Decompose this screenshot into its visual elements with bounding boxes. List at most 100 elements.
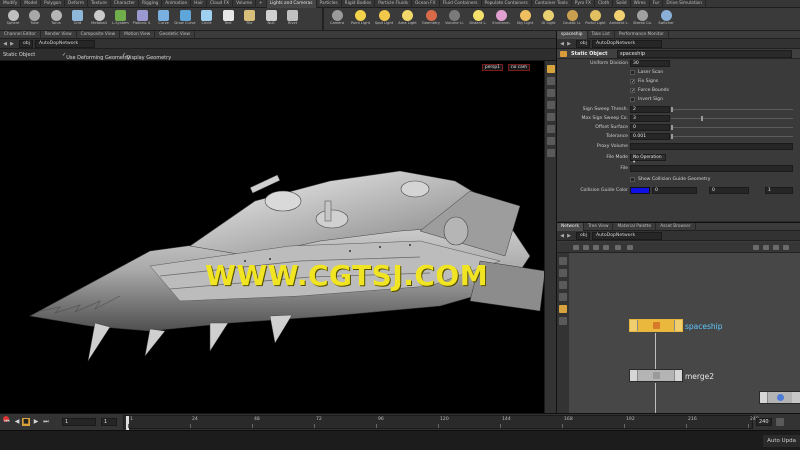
tab-render-view[interactable]: Render View [41,31,77,39]
tolerance-slider[interactable] [671,134,793,139]
shelf-tool-metaball[interactable]: Metaball [88,8,110,31]
slider-knob[interactable] [701,116,703,121]
display-options-icon[interactable] [546,137,555,145]
tools-icon[interactable] [773,245,779,250]
sign-sweep-threshold-slider[interactable] [671,107,793,112]
shelf-tab-particle-fluids[interactable]: Particle Fluids [375,0,413,8]
shelf-tab-particles[interactable]: Particles [317,0,342,8]
auto-update-menu[interactable]: Auto Upda [763,435,800,447]
shelf-tool-tube[interactable]: Tube [24,8,46,31]
shelf-tool-sky-light[interactable]: Sky Light [514,8,536,31]
shelf-tool-distant-l[interactable]: Distant L. [467,8,489,31]
shelf-tool-draw-curve[interactable]: Draw Curve [174,8,196,31]
spaceship-node-label[interactable]: spaceship [685,322,723,331]
stop-icon[interactable]: ■ [22,418,30,426]
shelf-tool-geometry[interactable]: Geometry [420,8,442,31]
shelf-tab-deform[interactable]: Deform [65,0,89,8]
sign-sweep-threshold-field[interactable]: 2 [630,106,670,113]
shelf-tab-ocean-fx[interactable]: Ocean FX [412,0,440,8]
color-r-field[interactable]: 0 [652,187,697,194]
add-icon[interactable] [573,245,579,250]
global-animation-options-icon[interactable] [776,418,784,426]
shelf-tab-drive-simulation[interactable]: Drive Simulation [663,0,707,8]
offset-surface-slider[interactable] [671,125,793,130]
rotate-tool-icon[interactable] [546,89,555,97]
shelf-tool-point-light[interactable]: Point Light [350,8,372,31]
view-icon[interactable] [615,245,621,250]
network-path-root[interactable]: obj [576,232,590,240]
output-node[interactable] [759,391,800,404]
start-frame-field[interactable]: 1 [101,418,117,426]
shelf-tool-switcher[interactable]: Switcher [655,8,677,31]
param-path-network[interactable]: AutoDopNetwork [592,40,662,48]
step-back-icon[interactable]: ◀ [13,418,21,426]
shelf-tab-lights-and-cameras[interactable]: Lights and Cameras [266,0,317,8]
network-flag-icon[interactable] [559,305,567,313]
play-icon[interactable]: ▶ [32,418,40,426]
current-frame-field[interactable]: 1 [62,418,96,426]
shelf-tab-rigging[interactable]: Rigging [139,0,163,8]
laser-scan-checkbox[interactable] [630,70,635,75]
help-icon[interactable] [753,245,759,250]
display-geometry-toggle[interactable]: ✓ Display Geometry [122,52,171,61]
param-path-root[interactable]: obj [576,40,590,48]
shelf-tool-spot-light[interactable]: Spot Light [373,8,395,31]
file-mode-menu[interactable]: No Operation ▾ [630,154,666,165]
shelf-tab-solid[interactable]: Solid [613,0,631,8]
tab-performance-monitor[interactable]: Performance Monitor [615,31,669,39]
network-layout-icon[interactable] [559,293,567,301]
shelf-tab-modify[interactable]: Modify [0,0,22,8]
collision-color-swatch[interactable] [630,187,650,194]
tab-material-palette[interactable]: Material Palette [613,223,657,231]
network-view-icon[interactable] [559,269,567,277]
network-pin-icon[interactable] [559,281,567,289]
list-icon[interactable] [603,245,609,250]
file-field[interactable] [630,165,793,172]
tab-tree-view[interactable]: Tree View [584,223,614,231]
slider-knob[interactable] [671,107,673,112]
max-sign-sweep-field[interactable]: 3 [630,115,670,122]
show-collision-guide-checkbox[interactable] [630,177,635,182]
shelf-tool-rivet[interactable]: Rivet [282,8,304,31]
jump-end-icon[interactable]: ⏭ [42,418,50,426]
select-tool-icon[interactable] [546,65,555,73]
max-sign-sweep-slider[interactable] [671,116,793,121]
shelf-tab-cloth[interactable]: Cloth [595,0,614,8]
grid-icon[interactable] [593,245,599,250]
shelf-tool-l-system[interactable]: L-System [110,8,132,31]
shelf-tool-grid[interactable]: Grid [67,8,89,31]
slider-knob[interactable] [671,134,673,139]
node-flag-left[interactable] [760,392,768,403]
tab-take-list[interactable]: Take List [588,31,615,39]
3d-viewport[interactable]: persp1 no cam WWW.CGTSJ.COM [0,61,544,413]
shelf-tool-torus[interactable]: Torus [45,8,67,31]
path-root[interactable]: obj [19,40,33,48]
use-deforming-geometry-toggle[interactable]: ✓ Use Deforming Geometry [62,52,130,61]
tab-spaceship[interactable]: spaceship [557,31,588,39]
search-icon[interactable] [763,245,769,250]
network-path-network[interactable]: AutoDopNetwork [592,232,662,240]
back-arrow-icon[interactable]: ◀ [2,41,8,47]
shelf-tool-file[interactable]: File [239,8,261,31]
shelf-tool-portal-light[interactable]: Portal Light [585,8,607,31]
shelf-tab-cloud-fx[interactable]: Cloud FX [207,0,234,8]
shelf-tool-null[interactable]: Null [260,8,282,31]
back-arrow-icon[interactable]: ◀ [559,233,565,239]
layout-icon[interactable] [583,245,589,250]
force-bounds-checkbox[interactable]: ✓ [630,88,635,94]
path-network[interactable]: AutoDopNetwork [35,40,95,48]
snap-icon[interactable] [546,149,555,157]
shelf-tool-area-light[interactable]: Area Light [397,8,419,31]
shelf-tool-volume-li[interactable]: Volume Li. [444,8,466,31]
network-editor[interactable]: spaceship merge2 [569,253,800,414]
shelf-tab-animation[interactable]: Animation [162,0,192,8]
shelf-tool-gi-light[interactable]: GI Light [538,8,560,31]
tab-composite-view[interactable]: Composite View [77,31,121,39]
node-flag-right[interactable] [674,370,682,381]
shelf-tab-character[interactable]: Character [111,0,139,8]
shelf-tool-camera[interactable]: Camera [326,8,348,31]
node-name-field[interactable]: spaceship [617,50,792,58]
offset-surface-field[interactable]: 0 [630,124,670,131]
shelf-tool-ambient-l[interactable]: Ambient L. [608,8,630,31]
node-flag-right[interactable] [674,320,682,331]
